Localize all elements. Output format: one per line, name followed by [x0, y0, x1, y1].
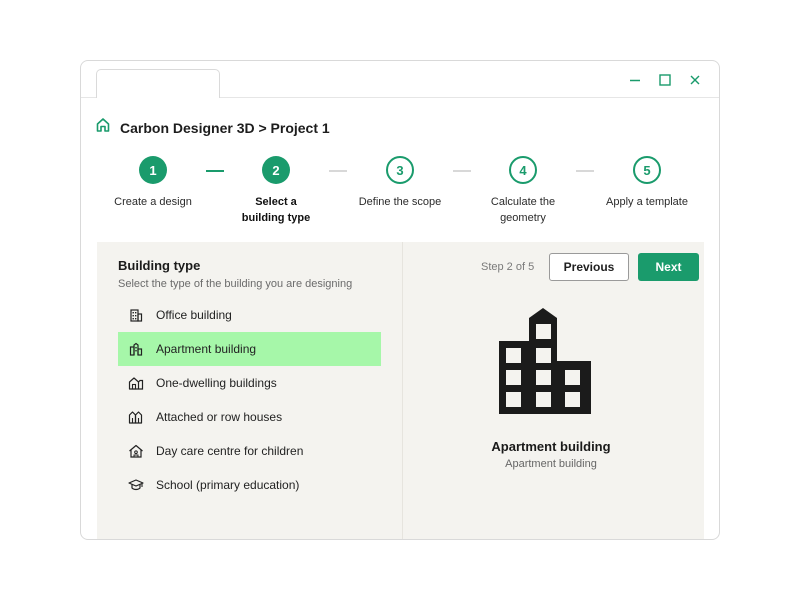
- close-icon[interactable]: [685, 70, 705, 90]
- step-number: 2: [262, 156, 290, 184]
- step-label: Calculate the geometry: [490, 196, 556, 224]
- list-item-day-care-centre[interactable]: Day care centre for children: [118, 434, 381, 468]
- step-count: Step 2 of 5: [481, 261, 535, 273]
- step-number: 3: [386, 156, 414, 184]
- list-item-label: Office building: [156, 308, 232, 322]
- step-label: Create a design: [114, 196, 192, 208]
- graduation-cap-icon: [128, 477, 144, 493]
- window-controls: [625, 70, 705, 90]
- list-item-label: Attached or row houses: [156, 410, 283, 424]
- title-bar: [81, 61, 719, 98]
- apartment-building-icon: [128, 341, 144, 357]
- list-item-apartment-building[interactable]: Apartment building: [118, 332, 381, 366]
- row-houses-icon: [128, 409, 144, 425]
- list-item-label: Apartment building: [156, 342, 257, 356]
- step-number: 5: [633, 156, 661, 184]
- stepper: 1 Create a design 2 Select a building ty…: [81, 156, 719, 236]
- maximize-icon[interactable]: [655, 70, 675, 90]
- step-2[interactable]: 2 Select a building type: [206, 156, 346, 226]
- step-label: Apply a template: [606, 196, 688, 208]
- panel-title: Building type: [118, 258, 201, 273]
- step-number: 1: [139, 156, 167, 184]
- list-item-label: School (primary education): [156, 478, 300, 492]
- step-label: Select a building type: [241, 196, 311, 224]
- minimize-icon[interactable]: [625, 70, 645, 90]
- page-title: Carbon Designer 3D > Project 1: [120, 119, 330, 136]
- office-building-icon: [128, 307, 144, 323]
- browser-tab[interactable]: [96, 69, 220, 98]
- preview-panel: Step 2 of 5 Previous Next Apartment buil…: [404, 242, 704, 539]
- list-item-office-building[interactable]: Office building: [118, 298, 381, 332]
- content-area: Building type Select the type of the bui…: [97, 242, 704, 539]
- step-1[interactable]: 1 Create a design: [83, 156, 223, 210]
- step-3[interactable]: 3 Define the scope: [330, 156, 470, 210]
- next-button[interactable]: Next: [638, 253, 699, 281]
- daycare-icon: [128, 443, 144, 459]
- list-item-one-dwelling-buildings[interactable]: One-dwelling buildings: [118, 366, 381, 400]
- breadcrumb: Carbon Designer 3D > Project 1: [95, 117, 330, 138]
- list-item-row-houses[interactable]: Attached or row houses: [118, 400, 381, 434]
- building-type-panel: Building type Select the type of the bui…: [97, 242, 403, 539]
- list-item-label: Day care centre for children: [156, 444, 304, 458]
- apartment-building-illustration-icon: [499, 308, 591, 421]
- previous-button[interactable]: Previous: [549, 253, 629, 281]
- list-item-label: One-dwelling buildings: [156, 376, 277, 390]
- building-type-list: Office building Apartment building One-d…: [118, 298, 381, 502]
- home-icon[interactable]: [95, 117, 111, 138]
- preview-title: Apartment building: [491, 439, 611, 454]
- app-window: Carbon Designer 3D > Project 1 1 Create …: [80, 60, 720, 540]
- house-icon: [128, 375, 144, 391]
- step-4[interactable]: 4 Calculate the geometry: [453, 156, 593, 226]
- step-label: Define the scope: [358, 196, 442, 208]
- list-item-school[interactable]: School (primary education): [118, 468, 381, 502]
- panel-subtitle: Select the type of the building you are …: [118, 278, 353, 290]
- preview-subtitle: Apartment building: [505, 458, 597, 470]
- step-5[interactable]: 5 Apply a template: [577, 156, 717, 210]
- step-number: 4: [509, 156, 537, 184]
